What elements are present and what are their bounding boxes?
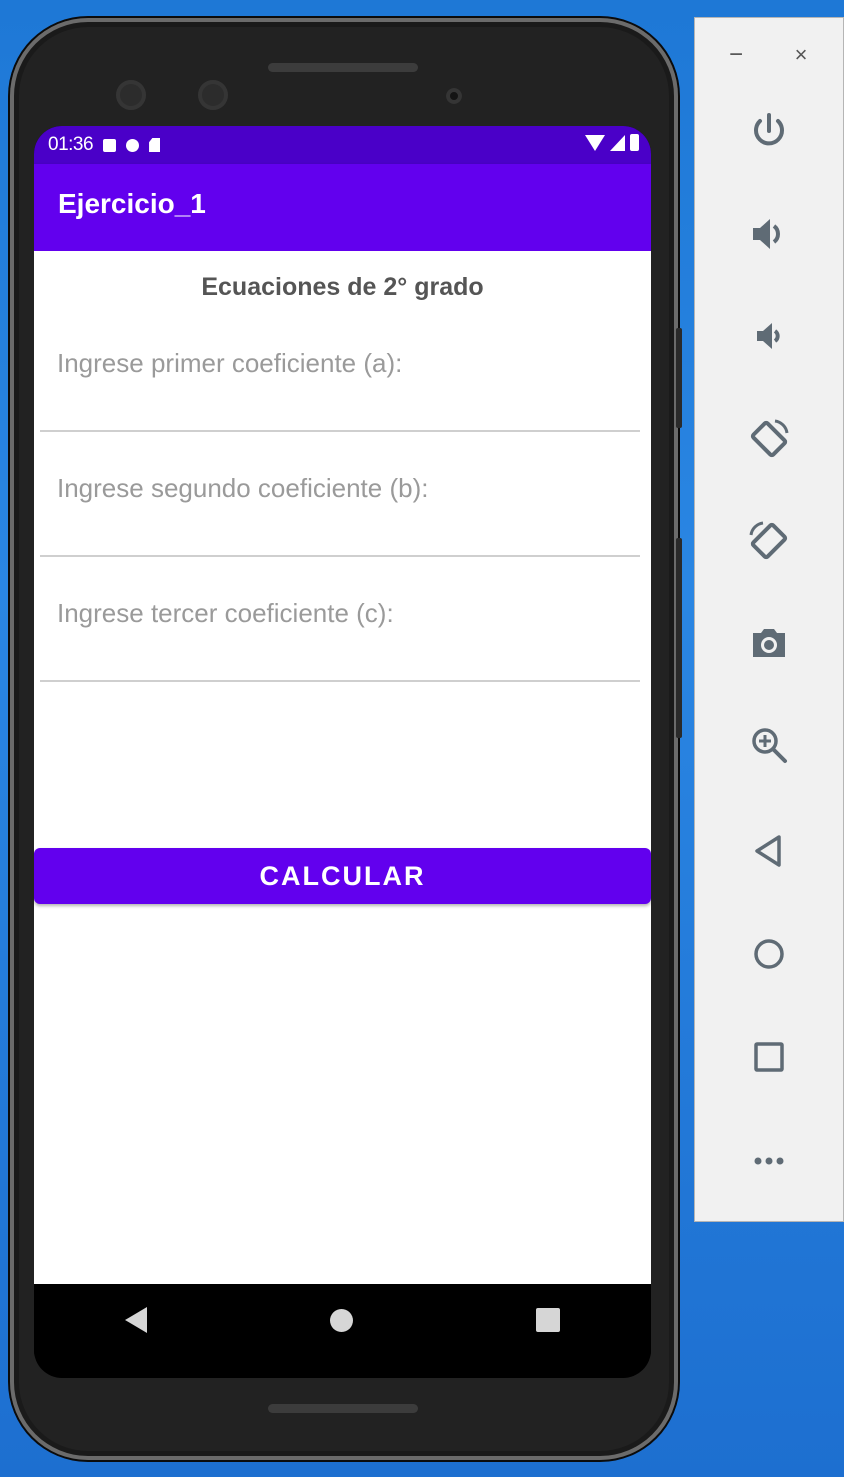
more-icon[interactable] [740,1132,798,1190]
status-time: 01:36 [48,134,94,155]
nav-recents-icon[interactable] [535,1308,560,1332]
coefficient-a-input[interactable] [40,334,640,432]
power-icon[interactable] [740,102,798,160]
app-bar: Ejercicio_1 [34,164,651,251]
page-heading: Ecuaciones de 2° grado [201,273,484,301]
wifi-icon [585,134,605,151]
nav-home-icon[interactable] [329,1308,353,1332]
battery-icon [630,134,639,151]
main-content: Ecuaciones de 2° grado CALCULAR [34,251,651,1284]
coefficient-a-field[interactable] [40,334,640,434]
notification-a-icon [103,138,117,152]
navigation-bar [34,1284,651,1356]
power-side-button [676,328,682,428]
proximity-sensor-icon [446,88,462,104]
coefficient-b-input[interactable] [40,459,640,557]
calculate-button[interactable]: CALCULAR [34,848,651,904]
notification-play-icon [126,138,140,152]
back-icon[interactable] [740,822,798,880]
app-title: Ejercicio_1 [58,188,206,219]
nav-back-icon[interactable] [125,1307,148,1333]
volume-side-button [676,538,682,738]
status-bar: 01:36 [34,126,651,164]
rotate-right-icon[interactable] [740,512,798,570]
front-sensor-icon [198,80,228,110]
bottom-speaker [268,1404,418,1413]
window-controls: − × [695,40,843,70]
signal-icon [610,134,625,151]
coefficient-c-field[interactable] [40,584,640,684]
close-button[interactable]: × [786,40,816,70]
front-camera-icon [116,80,146,110]
zoom-icon[interactable] [740,716,798,774]
coefficient-c-input[interactable] [40,584,640,682]
camera-icon[interactable] [740,614,798,672]
emulated-phone: 01:36 Ejercicio_1 Ecuaciones de 2° grado [10,18,682,1460]
volume-up-icon[interactable] [740,205,798,263]
home-icon[interactable] [740,925,798,983]
overview-icon[interactable] [740,1028,798,1086]
volume-down-icon[interactable] [740,307,798,365]
minimize-button[interactable]: − [721,40,751,70]
coefficient-b-field[interactable] [40,459,640,559]
emulator-toolbar: − × [694,17,844,1222]
top-speaker [268,63,418,72]
rotate-left-icon[interactable] [740,410,798,468]
sd-card-icon [149,138,161,152]
phone-screen: 01:36 Ejercicio_1 Ecuaciones de 2° grado [34,126,651,1378]
